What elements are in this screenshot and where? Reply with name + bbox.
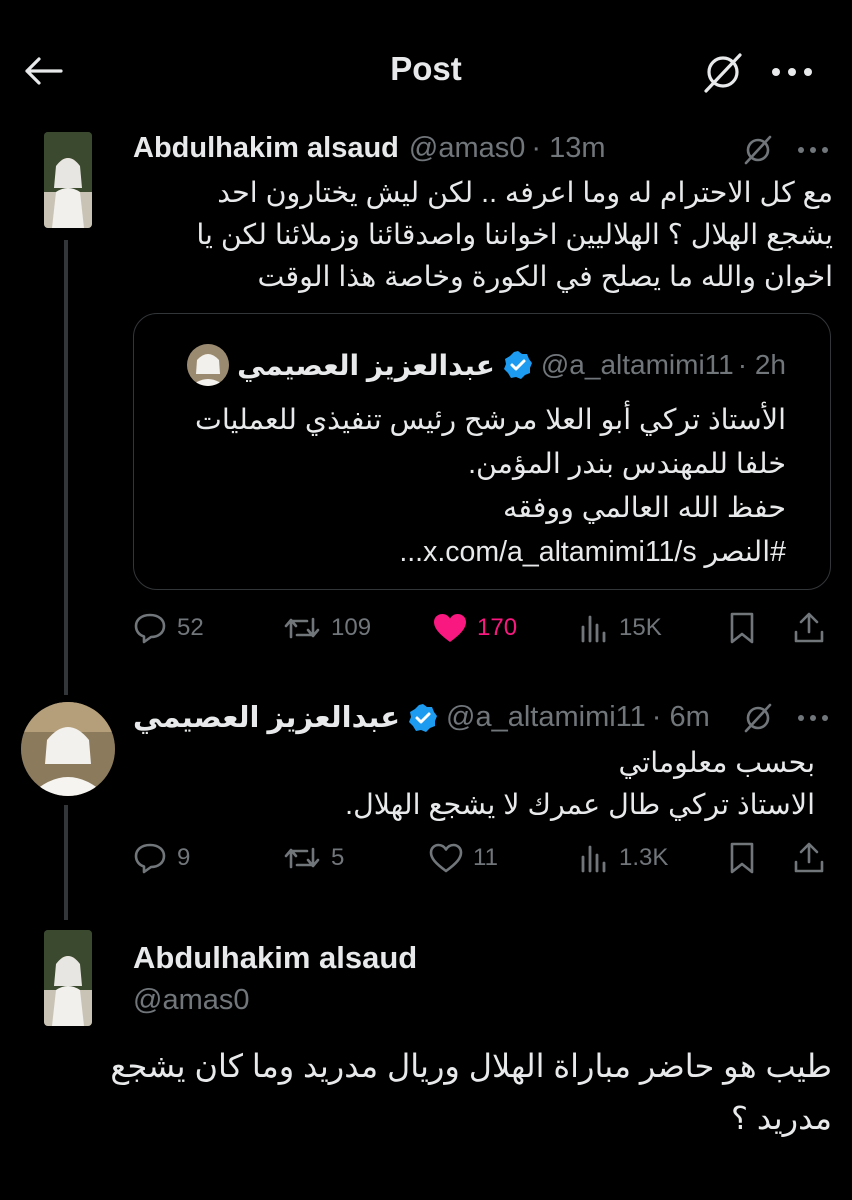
top-bar: Post: [0, 0, 852, 120]
author-handle[interactable]: @amas0: [133, 984, 249, 1017]
views-button[interactable]: 1.3K: [579, 836, 668, 880]
quote-link-line[interactable]: #النصر x.com/a_altamimi11/s...: [154, 530, 786, 574]
quote-author-handle: @a_altamimi11: [540, 349, 734, 380]
quote-avatar: [187, 344, 230, 386]
repost-count: 109: [331, 614, 372, 641]
quoted-tweet[interactable]: عبدالعزيز العصيمي @a_altamimi11 · 2h الأ…: [133, 313, 831, 590]
text-line: طيب هو حاضر مباراة الهلال وريال مدريد وم…: [110, 1048, 832, 1084]
avatar-photo: [187, 344, 230, 386]
heart-icon: [434, 614, 466, 642]
like-button[interactable]: 11: [429, 836, 498, 880]
action-bar: 9 5 11 1.3K: [133, 836, 833, 880]
action-bar: 52 109 170 15K: [133, 606, 833, 650]
quote-header: عبدالعزيز العصيمي @a_altamimi11 · 2h: [179, 344, 786, 386]
share-button[interactable]: [793, 836, 825, 880]
text-line: اخوان والله ما يصلح في الكورة وخاصة هذا …: [257, 261, 833, 293]
verified-icon: [503, 351, 532, 379]
share-icon: [794, 842, 824, 873]
text-line: بحسب معلوماتي: [618, 747, 815, 779]
share-icon: [794, 612, 824, 643]
tweet-text: مع كل الاحترام له وما اعرفه .. لكن ليش ي…: [133, 172, 833, 298]
post-text: طيب هو حاضر مباراة الهلال وريال مدريد وم…: [40, 1040, 832, 1144]
author-handle[interactable]: @amas0: [409, 132, 525, 165]
like-button[interactable]: 170: [433, 606, 517, 650]
text-line: مدريد ؟: [731, 1100, 832, 1136]
grok-icon: [744, 135, 772, 165]
reply-button[interactable]: 9: [133, 836, 190, 880]
grok-icon: [704, 53, 742, 93]
grok-button[interactable]: [697, 48, 749, 96]
grok-icon: [744, 703, 772, 733]
timestamp[interactable]: · 6m: [652, 701, 710, 734]
tweet-header: Abdulhakim alsaud @amas0 · 13m: [133, 132, 606, 165]
reply-count: 52: [177, 614, 204, 641]
text-line: الاستاذ تركي طال عمرك لا يشجع الهلال.: [345, 789, 815, 821]
verified-icon: [409, 703, 438, 732]
avatar-abdulhakim[interactable]: [44, 930, 92, 1026]
views-count: 1.3K: [619, 844, 669, 871]
avatar-photo: [44, 132, 92, 228]
tweet-text: بحسب معلوماتي الاستاذ تركي طال عمرك لا ي…: [133, 742, 815, 826]
repost-button[interactable]: 109: [283, 606, 371, 650]
tweet-header: عبدالعزيز العصيمي @a_altamimi11 · 6m: [133, 700, 710, 735]
bookmark-icon: [730, 842, 754, 874]
more-options-button[interactable]: [766, 48, 818, 96]
more-options-button[interactable]: [795, 700, 831, 736]
heart-icon: [429, 843, 463, 873]
author-name[interactable]: عبدالعزيز العصيمي: [133, 700, 400, 735]
quote-timestamp: · 2h: [737, 349, 786, 380]
bookmark-button[interactable]: [729, 836, 755, 880]
reply-button[interactable]: 52: [133, 606, 204, 650]
grok-button[interactable]: [740, 132, 776, 168]
reply-count: 9: [177, 844, 191, 871]
text-line: يشجع الهلال ؟ الهلاليين اخواننا واصدقائن…: [196, 219, 833, 251]
repost-icon: [284, 847, 320, 869]
views-icon: [581, 615, 606, 643]
share-button[interactable]: [793, 606, 825, 650]
more-icon: [798, 715, 828, 721]
more-icon: [772, 68, 812, 76]
views-count: 15K: [619, 614, 662, 641]
author-name[interactable]: Abdulhakim alsaud: [133, 132, 399, 165]
repost-button[interactable]: 5: [283, 836, 344, 880]
reply-icon: [134, 613, 166, 644]
avatar-photo: [21, 702, 115, 796]
more-icon: [798, 147, 828, 153]
avatar-photo: [44, 930, 92, 1026]
quote-author-name: عبدالعزيز العصيمي: [237, 349, 495, 381]
text-line: خلفا للمهندس بندر المؤمن.: [468, 448, 786, 480]
quote-text: الأستاذ تركي أبو العلا مرشح رئيس تنفيذي …: [154, 398, 786, 574]
timestamp[interactable]: · 13m: [531, 132, 605, 165]
thread-line: [64, 805, 68, 920]
bookmark-icon: [730, 612, 754, 644]
text-line: الأستاذ تركي أبو العلا مرشح رئيس تنفيذي …: [195, 404, 786, 436]
avatar-abdulhakim[interactable]: [44, 132, 92, 228]
text-line: مع كل الاحترام له وما اعرفه .. لكن ليش ي…: [217, 177, 833, 209]
grok-button[interactable]: [740, 700, 776, 736]
like-count: 170: [477, 614, 518, 641]
avatar-alosaimi[interactable]: [21, 702, 115, 796]
text-line: حفظ الله العالمي ووفقه: [503, 492, 786, 524]
repost-icon: [284, 617, 320, 639]
views-icon: [581, 845, 606, 873]
like-count: 11: [473, 844, 498, 871]
views-button[interactable]: 15K: [579, 606, 662, 650]
author-name[interactable]: Abdulhakim alsaud: [133, 940, 417, 976]
reply-icon: [134, 843, 166, 874]
more-options-button[interactable]: [795, 132, 831, 168]
thread-line: [64, 240, 68, 695]
repost-count: 5: [331, 844, 345, 871]
author-handle[interactable]: @a_altamimi11: [446, 701, 646, 734]
bookmark-button[interactable]: [729, 606, 755, 650]
